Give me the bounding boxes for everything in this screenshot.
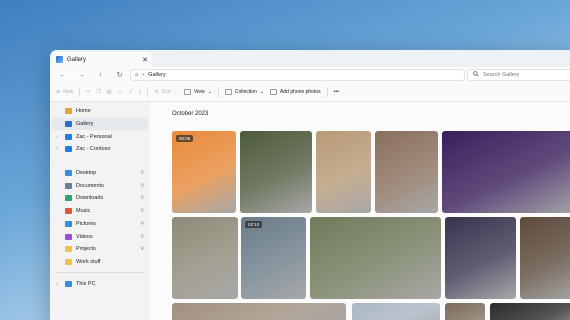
chevron-right-icon[interactable]: › <box>56 146 58 152</box>
cloud-icon <box>65 133 72 140</box>
pictures-icon <box>65 220 72 227</box>
refresh-button[interactable]: ↻ <box>111 71 128 79</box>
collection-button[interactable]: Collection ⌄ <box>224 89 265 95</box>
address-row: ← → ↑ ↻ ⌂ › Gallery Search Gallery <box>50 67 570 83</box>
sidebar-item-documents[interactable]: Documents ⚲ <box>50 179 150 192</box>
tab-gallery[interactable]: Gallery ✕ <box>52 52 152 67</box>
cloud-icon <box>65 146 72 153</box>
sidebar-item-projects[interactable]: Projects ⚲ <box>50 243 150 256</box>
home-icon <box>65 108 72 115</box>
divider <box>147 87 149 97</box>
pc-icon <box>65 280 72 287</box>
videos-icon <box>65 233 72 240</box>
gallery-icon <box>65 121 72 128</box>
rename-icon[interactable]: ▭ <box>118 89 123 95</box>
collection-icon <box>224 89 232 95</box>
back-button[interactable]: ← <box>54 72 71 79</box>
video-thumbnail[interactable]: 02:10 <box>241 217 306 299</box>
breadcrumb[interactable]: Gallery <box>148 72 165 78</box>
divider <box>79 87 81 97</box>
search-input[interactable]: Search Gallery <box>467 69 570 81</box>
sidebar-item-gallery[interactable]: Gallery <box>52 117 148 131</box>
photo-thumbnail[interactable] <box>445 303 485 320</box>
sidebar-item-desktop[interactable]: Desktop ⚲ <box>50 167 150 180</box>
folder-icon <box>65 258 72 265</box>
address-bar[interactable]: ⌂ › Gallery <box>130 69 465 81</box>
delete-icon[interactable]: ▯ <box>139 89 142 95</box>
new-button[interactable]: ⊕ New <box>56 89 73 95</box>
sidebar-item-this-pc[interactable]: › This PC <box>50 277 150 290</box>
pin-icon: ⚲ <box>140 208 144 215</box>
add-phone-photos-button[interactable]: Add phone photos <box>270 89 321 95</box>
sidebar-item-zac-contoso[interactable]: › Zac - Contoso <box>50 143 150 156</box>
photo-thumbnail[interactable] <box>445 217 516 299</box>
desktop-icon <box>65 170 72 177</box>
chevron-down-icon: ⌄ <box>259 89 265 95</box>
gallery-view: October 2023 00:06 02:10 <box>150 102 570 320</box>
divider <box>56 272 144 274</box>
group-header: October 2023 <box>172 111 209 117</box>
chevron-down-icon: ⌄ <box>207 89 212 95</box>
photo-thumbnail[interactable] <box>375 131 438 213</box>
pin-icon: ⚲ <box>140 170 144 177</box>
plus-icon: ⊕ <box>56 89 61 95</box>
pin-icon: ⚲ <box>140 220 144 227</box>
sidebar-item-zac-personal[interactable]: › Zac - Personal <box>50 130 150 143</box>
view-icon <box>183 89 191 95</box>
pin-icon: ⚲ <box>140 246 144 253</box>
copy-icon[interactable]: ❐ <box>96 89 100 95</box>
gallery-icon <box>56 56 63 63</box>
sidebar-item-pictures[interactable]: Pictures ⚲ <box>50 218 150 231</box>
chevron-right-icon[interactable]: › <box>56 281 58 287</box>
documents-icon <box>65 182 72 189</box>
photo-thumbnail[interactable] <box>352 303 440 320</box>
photo-thumbnail[interactable] <box>442 131 570 213</box>
sort-icon: ⇅ <box>154 89 159 95</box>
duration-badge: 02:10 <box>245 221 263 228</box>
sidebar-item-videos[interactable]: Videos ⚲ <box>50 230 150 243</box>
close-icon[interactable]: ✕ <box>142 56 148 64</box>
folder-icon <box>65 246 72 253</box>
photo-thumbnail[interactable] <box>240 131 312 213</box>
gallery-window: Gallery ✕ ← → ↑ ↻ ⌂ › Gallery Search Gal… <box>50 50 570 320</box>
photo-thumbnail[interactable] <box>490 303 570 320</box>
photo-thumbnail[interactable] <box>310 217 441 299</box>
photo-thumbnail[interactable] <box>172 303 346 320</box>
sidebar-item-music[interactable]: Music ⚲ <box>50 205 150 218</box>
sidebar-item-downloads[interactable]: Downloads ⚲ <box>50 192 150 205</box>
chevron-right-icon[interactable]: › <box>56 134 58 140</box>
cut-icon[interactable]: ✂ <box>86 89 90 95</box>
search-icon <box>473 71 479 79</box>
video-thumbnail[interactable]: 00:06 <box>172 131 236 213</box>
chevron-down-icon: ⌄ <box>173 89 178 95</box>
more-options-button[interactable]: ••• <box>334 89 339 95</box>
downloads-icon <box>65 195 72 202</box>
view-button[interactable]: View ⌄ <box>183 89 212 95</box>
home-icon: ⌂ <box>135 72 139 78</box>
sidebar-item-home[interactable]: Home <box>50 105 150 118</box>
tab-label: Gallery <box>67 56 87 63</box>
music-icon <box>65 208 72 215</box>
paste-icon[interactable]: ▤ <box>107 89 112 95</box>
navigation-pane: Home Gallery › Zac - Personal › Zac - Co… <box>50 102 150 320</box>
photo-thumbnail[interactable] <box>316 131 371 213</box>
phone-icon <box>270 89 278 95</box>
photo-thumbnail[interactable] <box>520 217 570 299</box>
sidebar-item-work-stuff[interactable]: Work stuff <box>50 256 150 269</box>
photo-thumbnail[interactable] <box>172 217 238 299</box>
forward-button[interactable]: → <box>73 72 90 79</box>
pin-icon: ⚲ <box>140 182 144 189</box>
share-icon[interactable]: ⇪ <box>128 89 132 95</box>
pin-icon: ⚲ <box>140 233 144 240</box>
command-bar: ⊕ New ✂ ❐ ▤ ▭ ⇪ ▯ ⇅ Sort ⌄ View ⌄ Collection… <box>50 83 570 102</box>
title-bar: Gallery ✕ <box>50 50 570 67</box>
divider <box>326 87 328 97</box>
search-placeholder: Search Gallery <box>483 72 520 78</box>
pin-icon: ⚲ <box>140 195 144 202</box>
sort-button[interactable]: ⇅ Sort ⌄ <box>154 89 178 95</box>
chevron-right-icon: › <box>142 72 145 78</box>
divider <box>217 87 219 97</box>
duration-badge: 00:06 <box>176 135 194 142</box>
up-button[interactable]: ↑ <box>92 72 109 79</box>
